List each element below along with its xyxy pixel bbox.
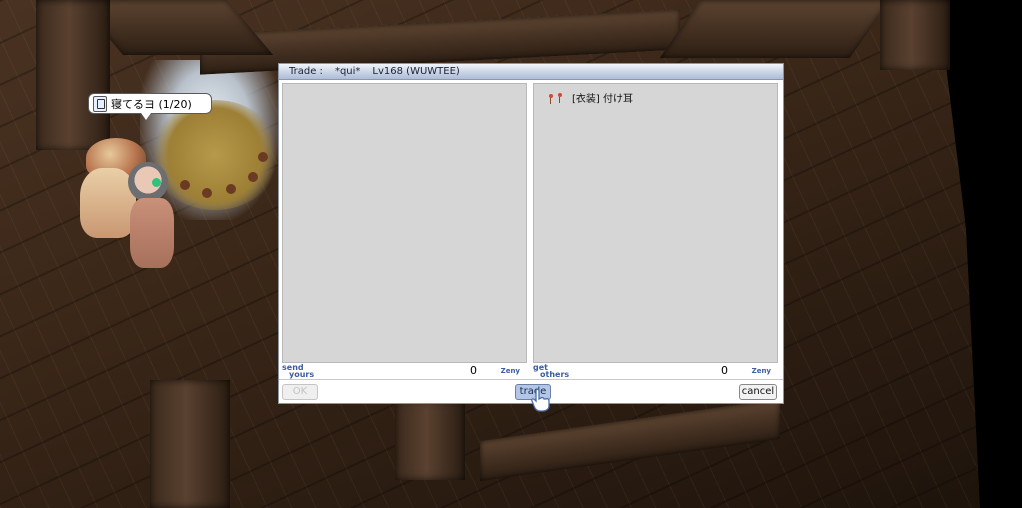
- my-zeny-row: send yours 0 Zeny: [282, 363, 527, 379]
- chatroom-bubble[interactable]: 寝てるヨ (1/20): [88, 93, 212, 120]
- my-zeny-input[interactable]: 0: [470, 364, 477, 377]
- send-yours-label: send yours: [282, 363, 315, 379]
- partner-zeny-value: 0: [721, 364, 728, 377]
- zeny-unit-label: Zeny: [751, 367, 771, 375]
- trade-item-name: [衣装] 付け耳: [572, 94, 633, 105]
- chatroom-title: 寝てるヨ (1/20): [111, 97, 192, 111]
- cancel-button[interactable]: cancel: [739, 384, 777, 400]
- wooden-post: [880, 0, 950, 70]
- get-others-label: get others: [533, 363, 570, 379]
- chatroom-door-icon: [93, 95, 107, 112]
- trade-partner-info: Lv168 (WUWTEE): [372, 66, 460, 77]
- roof-beam-right: [659, 0, 891, 58]
- player-characters[interactable]: [78, 138, 198, 278]
- partner-items-pane: [衣装] 付け耳: [533, 83, 778, 363]
- trade-titlebar[interactable]: Trade : *qui* Lv168 (WUWTEE): [279, 64, 783, 80]
- trade-window: Trade : *qui* Lv168 (WUWTEE) [衣装] 付け耳 send…: [278, 63, 784, 404]
- my-items-pane[interactable]: [282, 83, 527, 363]
- wooden-post: [36, 0, 110, 150]
- trade-partner-name: *qui*: [334, 66, 361, 77]
- trade-item[interactable]: [衣装] 付け耳: [548, 90, 633, 105]
- wooden-post: [395, 400, 465, 480]
- zeny-unit-label: Zeny: [500, 367, 520, 375]
- trade-title-label: Trade :: [289, 66, 323, 77]
- button-row-divider: [279, 379, 783, 380]
- wooden-post: [150, 380, 230, 508]
- costume-ears-icon: [548, 92, 564, 104]
- ok-button[interactable]: OK: [282, 384, 318, 400]
- hand-cursor-icon: [531, 388, 550, 412]
- partner-zeny-row: get others 0 Zeny: [533, 363, 778, 379]
